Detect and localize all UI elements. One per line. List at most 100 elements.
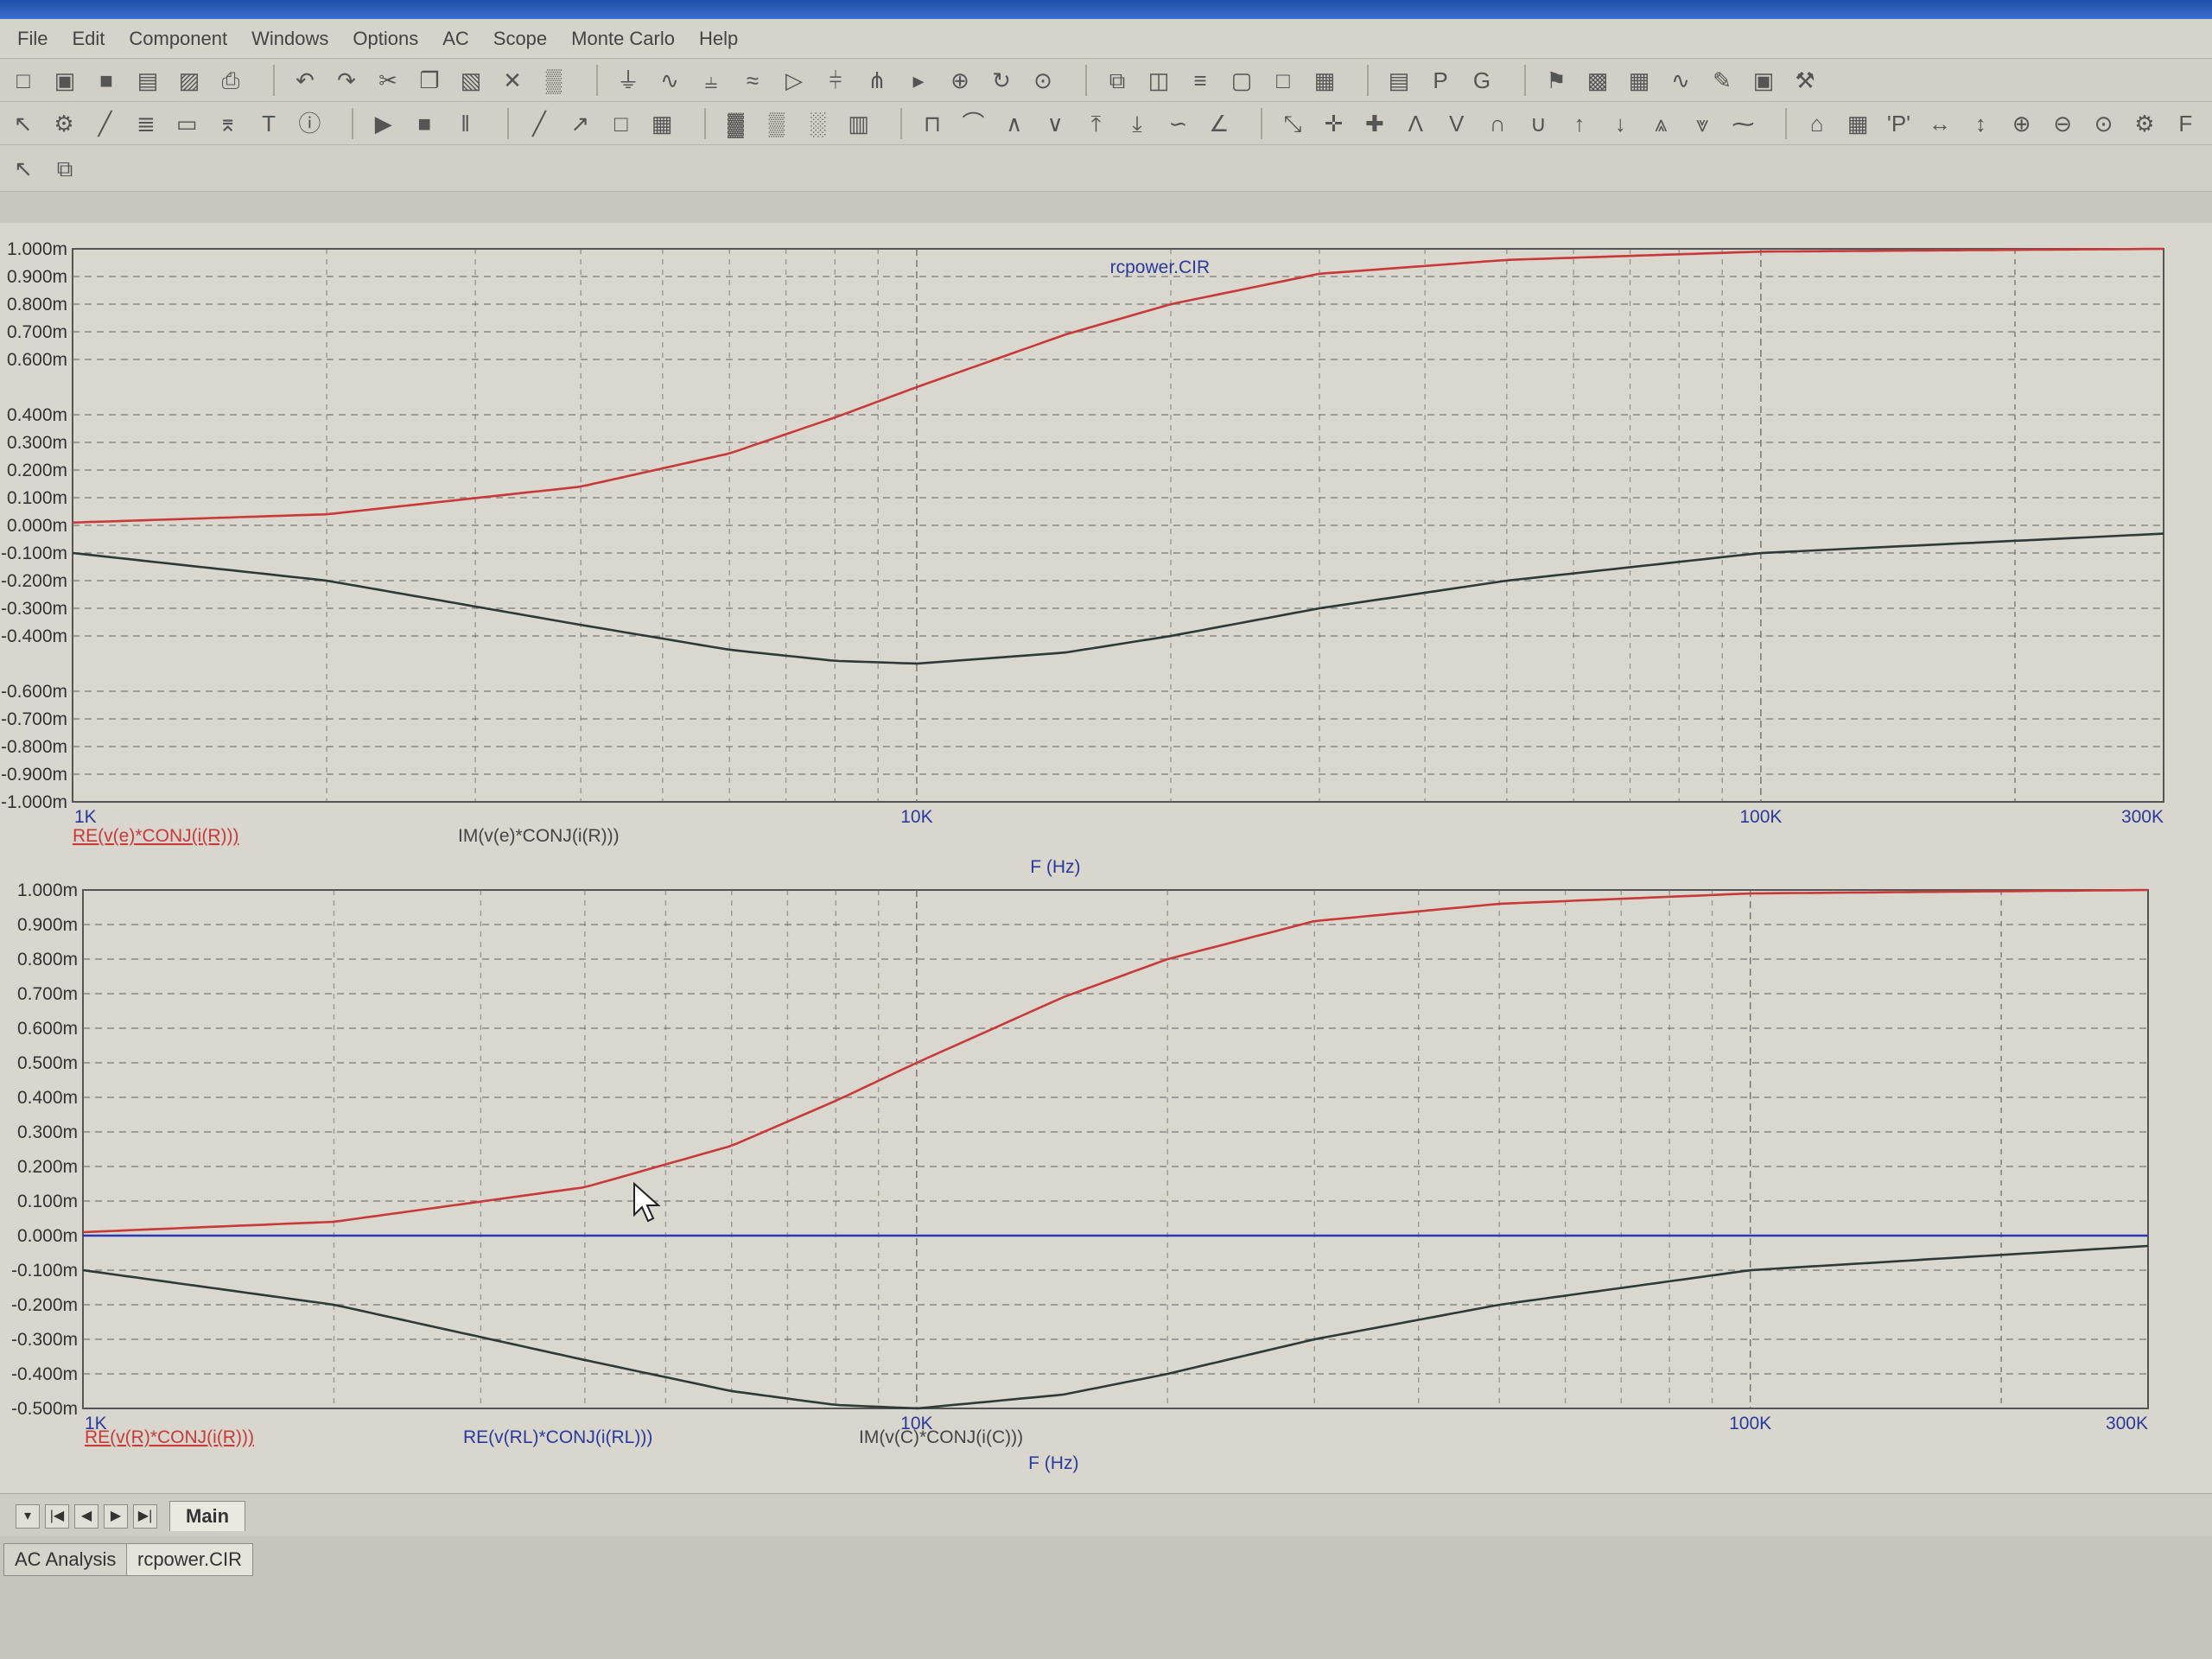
window-icon[interactable]: ▢ [1227, 66, 1256, 95]
print-icon[interactable]: ⎙ [216, 66, 245, 95]
table-icon[interactable]: ▦ [1624, 66, 1654, 95]
down-icon[interactable]: ↓ [1606, 109, 1635, 138]
battery-icon[interactable]: ⫩ [821, 66, 850, 95]
zoom-out-icon[interactable]: ⊖ [2048, 109, 2076, 138]
zoom-in-icon[interactable]: ⊕ [2007, 109, 2036, 138]
tab-ac-analysis[interactable]: AC Analysis [3, 1543, 128, 1576]
cursor-y-icon[interactable]: ✚ [1360, 109, 1389, 138]
slope-icon[interactable]: ∠ [1205, 109, 1233, 138]
inductor-icon[interactable]: ≈ [738, 66, 767, 95]
voltage-source-icon[interactable]: ⊕ [945, 66, 975, 95]
minor-grid-icon[interactable]: ▥ [844, 109, 873, 138]
redo-icon[interactable]: ↷ [332, 66, 361, 95]
properties-icon[interactable]: ▤ [1384, 66, 1414, 95]
capacitor-icon[interactable]: ⫨ [696, 66, 726, 95]
table-format-icon[interactable]: ▦ [1843, 109, 1872, 138]
select-all-icon[interactable]: ▒ [539, 66, 569, 95]
resistor-icon[interactable]: ∿ [655, 66, 684, 95]
grid-icon[interactable]: ▦ [647, 109, 676, 138]
global-high-icon[interactable]: ⩓ [1647, 109, 1675, 138]
tab-next-button[interactable]: ▶ [104, 1504, 128, 1529]
valley-icon[interactable]: ∨ [1040, 109, 1069, 138]
tab-rcpower-cir[interactable]: rcpower.CIR [126, 1543, 254, 1576]
inflect-icon[interactable]: ⁓ [1729, 109, 1758, 138]
waveform-icon[interactable]: ∿ [1666, 66, 1695, 95]
grid-coarse-icon[interactable]: ░ [804, 109, 832, 138]
global-low-icon[interactable]: ⩔ [1688, 109, 1716, 138]
save-all-icon[interactable]: ▤ [133, 66, 162, 95]
p-icon[interactable]: P [1426, 66, 1455, 95]
calculator-icon[interactable]: ▦ [1310, 66, 1339, 95]
diagonal-icon[interactable]: ↗ [566, 109, 594, 138]
cursor-mode-icon[interactable]: ⊓ [918, 109, 946, 138]
cascade-icon[interactable]: ⧉ [1103, 66, 1132, 95]
copy-icon[interactable]: ❐ [415, 66, 444, 95]
save-icon[interactable]: ■ [92, 66, 121, 95]
tag-icon[interactable]: ⌂ [1802, 109, 1831, 138]
analysis-icon[interactable]: ▩ [1583, 66, 1612, 95]
cursor-x-icon[interactable]: ✛ [1319, 109, 1348, 138]
tools-icon[interactable]: ⚒ [1790, 66, 1820, 95]
ground-icon[interactable]: ⏚ [613, 66, 643, 95]
rise-icon[interactable]: ∩ [1483, 109, 1511, 138]
text-t-icon[interactable]: T [254, 109, 283, 138]
tile-horizontal-icon[interactable]: ≡ [1185, 66, 1215, 95]
menu-file[interactable]: File [17, 28, 48, 50]
low-icon[interactable]: ⤓ [1122, 109, 1151, 138]
menu-component[interactable]: Component [129, 28, 227, 50]
stop-icon[interactable]: ■ [410, 109, 438, 138]
peak-icon[interactable]: ∧ [1000, 109, 1028, 138]
bus-icon[interactable]: ≣ [131, 109, 160, 138]
probe-icon[interactable]: ⚑ [1541, 66, 1571, 95]
new-icon[interactable]: □ [9, 66, 38, 95]
tab-last-button[interactable]: ▶| [133, 1504, 157, 1529]
tracker-icon[interactable]: ⌒ [959, 109, 988, 138]
inflection-icon[interactable]: ∽ [1164, 109, 1192, 138]
open-icon[interactable]: ▣ [50, 66, 79, 95]
cut-icon[interactable]: ✂ [373, 66, 403, 95]
f-icon[interactable]: F [2171, 109, 2200, 138]
menu-edit[interactable]: Edit [72, 28, 105, 50]
info-icon[interactable]: ⓘ [296, 109, 324, 138]
undo-icon[interactable]: ↶ [290, 66, 320, 95]
rectangle-icon[interactable]: □ [607, 109, 635, 138]
zoom-icon[interactable]: ⊙ [2089, 109, 2118, 138]
scale-icon[interactable]: ⤡ [1278, 109, 1306, 138]
valley-marker-icon[interactable]: V [1442, 109, 1471, 138]
tab-prev-button[interactable]: ◀ [74, 1504, 99, 1529]
p-quote-icon[interactable]: 'P' [1885, 109, 1913, 138]
tab-main[interactable]: Main [169, 1501, 246, 1531]
print-preview-icon[interactable]: ▨ [175, 66, 204, 95]
menu-windows[interactable]: Windows [251, 28, 328, 50]
x-scale-icon[interactable]: ↔ [1925, 109, 1954, 138]
menu-monte-carlo[interactable]: Monte Carlo [571, 28, 675, 50]
pause-icon[interactable]: ‖ [451, 109, 480, 138]
graph-icon[interactable]: ⌆ [213, 109, 242, 138]
delete-icon[interactable]: ✕ [498, 66, 527, 95]
component-icon[interactable]: ⚙ [49, 109, 78, 138]
menu-ac[interactable]: AC [442, 28, 469, 50]
fall-icon[interactable]: ∪ [1524, 109, 1553, 138]
copy-graph-icon[interactable]: ⧉ [50, 154, 79, 183]
bitmap-icon[interactable]: ▣ [1749, 66, 1778, 95]
line-icon[interactable]: ╱ [524, 109, 553, 138]
run-icon[interactable]: ▶ [369, 109, 397, 138]
maximize-icon[interactable]: □ [1268, 66, 1298, 95]
up-icon[interactable]: ↑ [1565, 109, 1593, 138]
tile-vertical-icon[interactable]: ◫ [1144, 66, 1173, 95]
tab-scroll-menu-button[interactable]: ▾ [16, 1504, 40, 1529]
select-icon[interactable]: ↖ [9, 109, 37, 138]
y-scale-icon[interactable]: ↕ [1967, 109, 1995, 138]
diode-icon[interactable]: ▷ [779, 66, 809, 95]
ammeter-icon[interactable]: ⊙ [1028, 66, 1058, 95]
opamp-icon[interactable]: ▸ [904, 66, 933, 95]
menu-scope[interactable]: Scope [493, 28, 547, 50]
text-icon[interactable]: ▭ [173, 109, 201, 138]
npn-icon[interactable]: ⋔ [862, 66, 892, 95]
grid-fine-icon[interactable]: ▓ [721, 109, 750, 138]
menu-options[interactable]: Options [353, 28, 418, 50]
current-source-icon[interactable]: ↻ [987, 66, 1016, 95]
wire-icon[interactable]: ╱ [91, 109, 119, 138]
pen-icon[interactable]: ✎ [1707, 66, 1737, 95]
settings-icon[interactable]: ⚙ [2130, 109, 2158, 138]
